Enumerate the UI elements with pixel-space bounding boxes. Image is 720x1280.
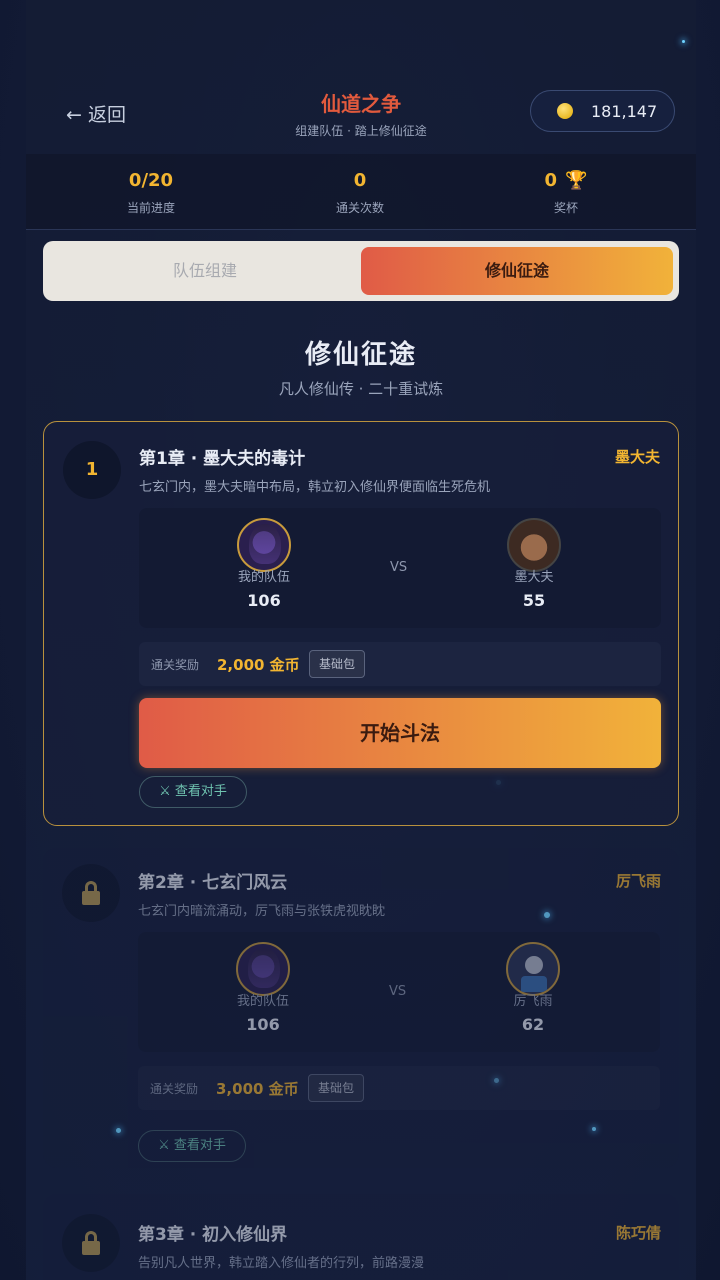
chapter-title: 第1章 · 墨大夫的毒计 <box>139 449 306 469</box>
stat-trophies: 0 🏆 奖杯 <box>486 170 646 216</box>
stats-bar: 0/20 当前进度 0 通关次数 0 🏆 奖杯 <box>26 154 696 230</box>
enemy-avatar <box>507 518 561 572</box>
lock-body <box>82 1241 100 1255</box>
my-team: 我的队伍 106 <box>198 942 328 1034</box>
stat-progress: 0/20 当前进度 <box>71 170 231 216</box>
chapter-card-locked: 第2章 · 七玄门风云 厉飞雨 七玄门内暗流涌动，厉飞雨与张铁虎视眈眈 我的队伍… <box>43 848 679 1168</box>
enemy-label: 厉飞雨 <box>513 994 553 1009</box>
stat-label: 当前进度 <box>126 201 175 215</box>
chapter-boss: 厉飞雨 <box>615 872 661 890</box>
stat-clears: 0 通关次数 <box>280 170 440 216</box>
chapter-card: 1 第1章 · 墨大夫的毒计 墨大夫 七玄门内，墨大夫暗中布局，韩立初入修仙界便… <box>43 421 679 826</box>
stat-label: 奖杯 <box>553 201 578 215</box>
team-label: 我的队伍 <box>236 994 289 1009</box>
reward-badge: 基础包 <box>308 1074 365 1102</box>
chapter-description: 七玄门内暗流涌动，厉飞雨与张铁虎视眈眈 <box>138 904 386 919</box>
team-power: 106 <box>246 1015 280 1034</box>
chapter-description: 七玄门内，墨大夫暗中布局，韩立初入修仙界便面临生死危机 <box>139 480 491 495</box>
tab-bar: 队伍组建 修仙征途 <box>43 241 679 301</box>
lock-icon <box>62 1214 120 1272</box>
reward-row: 通关奖励 3,000 金币 基础包 <box>138 1066 660 1110</box>
chapter-number-badge: 1 <box>63 441 121 499</box>
enemy: 厉飞雨 62 <box>468 942 598 1034</box>
reward-label: 通关奖励 <box>151 658 200 672</box>
tab-team[interactable]: 队伍组建 <box>49 247 361 295</box>
chapter-title: 第2章 · 七玄门风云 <box>138 873 288 893</box>
enemy-label: 墨大夫 <box>514 570 554 585</box>
stat-label: 通关次数 <box>335 201 384 215</box>
view-opponent-button[interactable]: ⚔ 查看对手 <box>139 776 247 808</box>
gold-coin-icon <box>557 103 573 119</box>
vs-label: VS <box>390 560 408 575</box>
trophy-icon: 🏆 <box>565 170 588 191</box>
chapter-description: 告别凡人世界，韩立踏入修仙者的行列，前路漫漫 <box>138 1256 425 1271</box>
section-subtitle: 凡人修仙传 · 二十重试炼 <box>278 380 444 398</box>
stat-value: 0 <box>353 170 367 191</box>
team-label: 我的队伍 <box>237 570 290 585</box>
battle-preview: 我的队伍 106 VS 厉飞雨 62 <box>138 932 660 1052</box>
lock-body <box>82 891 100 905</box>
star-decoration <box>682 40 685 43</box>
team-avatar <box>236 942 290 996</box>
section-title: 修仙征途 <box>304 340 417 370</box>
top-header: ← 返回 仙道之争 组建队伍 · 踏上修仙征途 181,147 <box>26 80 696 144</box>
reward-badge: 基础包 <box>309 650 366 678</box>
enemy-avatar <box>506 942 560 996</box>
enemy-power: 62 <box>521 1015 545 1034</box>
chapter-boss: 墨大夫 <box>614 448 660 466</box>
reward-row: 通关奖励 2,000 金币 基础包 <box>139 642 661 686</box>
start-battle-button[interactable]: 开始斗法 <box>139 698 661 768</box>
lock-icon <box>62 864 120 922</box>
vs-label: VS <box>389 984 407 999</box>
team-power: 106 <box>247 591 281 610</box>
chapter-boss: 陈巧倩 <box>615 1224 661 1242</box>
chapter-title: 第3章 · 初入修仙界 <box>138 1225 288 1245</box>
enemy: 墨大夫 55 <box>469 518 599 610</box>
coin-amount: 181,147 <box>591 101 658 121</box>
reward-label: 通关奖励 <box>150 1082 199 1096</box>
team-avatar <box>237 518 291 572</box>
enemy-power: 55 <box>522 591 546 610</box>
stat-value: 0/20 <box>128 170 174 191</box>
stat-value-row: 0 🏆 <box>486 170 646 191</box>
battle-preview: 我的队伍 106 VS 墨大夫 55 <box>139 508 661 628</box>
app-container: ← 返回 仙道之争 组建队伍 · 踏上修仙征途 181,147 0/20 当前进… <box>26 0 696 1280</box>
stat-value: 0 <box>544 170 558 191</box>
tab-journey[interactable]: 修仙征途 <box>361 247 673 295</box>
reward-value: 3,000 金币 <box>216 1080 299 1098</box>
my-team: 我的队伍 106 <box>199 518 329 610</box>
reward-value: 2,000 金币 <box>217 656 300 674</box>
view-opponent-button[interactable]: ⚔ 查看对手 <box>138 1130 246 1162</box>
chapter-card-locked: 第3章 · 初入修仙界 陈巧倩 告别凡人世界，韩立踏入修仙者的行列，前路漫漫 <box>43 1194 679 1280</box>
coin-balance[interactable]: 181,147 <box>530 90 675 132</box>
